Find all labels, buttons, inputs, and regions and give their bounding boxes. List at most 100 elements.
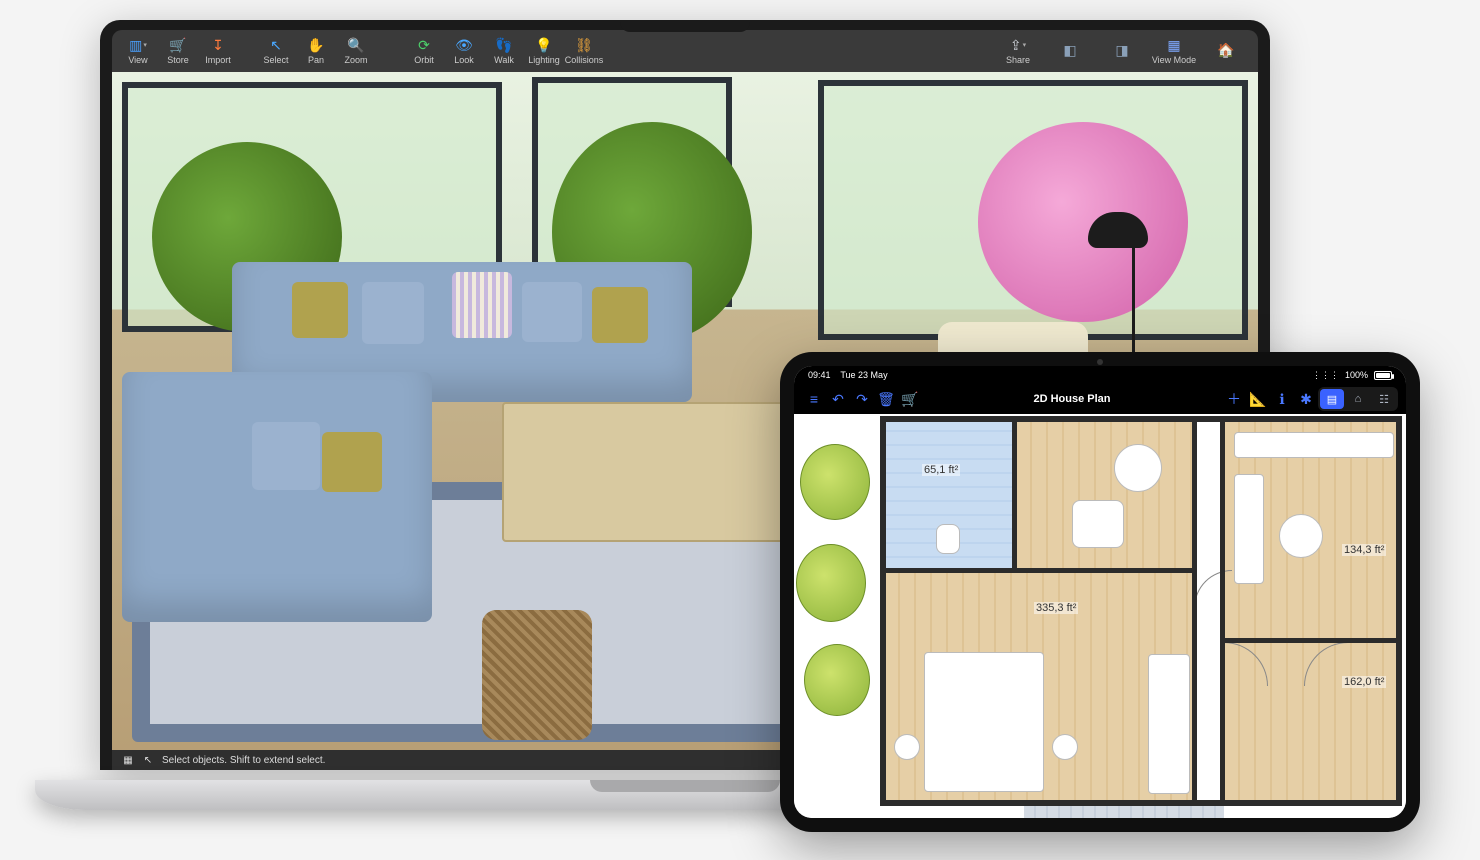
- nightstand-r: [1052, 734, 1078, 760]
- view-mode-segment: ▤⌂☷: [1318, 387, 1398, 411]
- segment-2d[interactable]: ▤: [1320, 389, 1344, 409]
- wall-corridor: [1220, 416, 1225, 804]
- store-label: Store: [167, 55, 189, 65]
- shelf: [1234, 474, 1264, 584]
- toolbar-lighting-button[interactable]: 💡 Lighting: [524, 31, 564, 71]
- nav-measure-button[interactable]: 📐: [1246, 387, 1270, 411]
- segment-3d[interactable]: ⌂: [1346, 389, 1370, 409]
- hint-text: Select objects. Shift to extend select.: [162, 755, 325, 766]
- collisions-icon: ⛓: [576, 37, 592, 53]
- cursor-icon: ↖: [142, 754, 154, 766]
- status-time: 09:41: [808, 370, 831, 380]
- toilet: [936, 524, 960, 554]
- shrub-1: [800, 444, 870, 520]
- zoom-label: Zoom: [344, 55, 367, 65]
- toolbar-viewmode-button[interactable]: ▦ View Mode: [1148, 31, 1200, 71]
- walk-icon: 👣: [496, 37, 512, 53]
- toolbar-select-button[interactable]: ↖ Select: [256, 31, 296, 71]
- orbit-icon: ⟳: [416, 37, 432, 53]
- tree-pink: [978, 122, 1188, 322]
- segment-elev[interactable]: ☷: [1372, 389, 1396, 409]
- toolbar-r2-button[interactable]: ◨: [1096, 31, 1148, 71]
- toolbar-view-button[interactable]: ▥▾View: [118, 31, 158, 71]
- office-chair: [1279, 514, 1323, 558]
- share-icon: ⇪▾: [1010, 37, 1026, 53]
- wall-right-h: [1220, 638, 1400, 643]
- nav-add-button[interactable]: ＋: [1222, 387, 1246, 411]
- lighting-label: Lighting: [528, 55, 560, 65]
- ipad-device: 09:41 Tue 23 May ⋮⋮⋮ 100% ≡↶↷🗑🛒 2D House…: [780, 352, 1420, 832]
- collisions-label: Collisions: [565, 55, 604, 65]
- floor-plan-canvas[interactable]: 65,1 ft² 335,3 ft² 134,3 ft² 162,0 ft²: [794, 414, 1406, 818]
- cushion-4: [522, 282, 582, 342]
- orbit-label: Orbit: [414, 55, 434, 65]
- toolbar-walk-button[interactable]: 👣 Walk: [484, 31, 524, 71]
- nav-snap-button[interactable]: ✱: [1294, 387, 1318, 411]
- toolbar-r1-button[interactable]: ◧: [1044, 31, 1096, 71]
- toolbar-orbit-button[interactable]: ⟳ Orbit: [404, 31, 444, 71]
- wall-w: [880, 416, 886, 806]
- nav-undo-button[interactable]: ↶: [826, 387, 850, 411]
- toolbar-import-button[interactable]: ↧ Import: [198, 31, 238, 71]
- import-label: Import: [205, 55, 231, 65]
- grid-icon[interactable]: ▦: [122, 754, 134, 766]
- wall-s: [880, 800, 1402, 806]
- ipad-status-bar: 09:41 Tue 23 May ⋮⋮⋮ 100%: [794, 366, 1406, 384]
- label-bath: 65,1 ft²: [922, 464, 960, 476]
- status-date: Tue 23 May: [840, 370, 887, 380]
- wall-mid-h: [880, 568, 1194, 573]
- pan-label: Pan: [308, 55, 324, 65]
- nav-delete-button[interactable]: 🗑: [874, 387, 898, 411]
- nightstand-l: [894, 734, 920, 760]
- viewmode-icon: ▦: [1166, 37, 1182, 53]
- r3-icon: 🏠: [1218, 42, 1234, 58]
- r2-icon: ◨: [1114, 42, 1130, 58]
- cushion-5: [592, 287, 648, 343]
- toolbar-share-button[interactable]: ⇪▾ Share: [992, 31, 1044, 71]
- wall-bath-e: [1012, 416, 1017, 572]
- select-icon: ↖: [268, 37, 284, 53]
- armchair-plan: [1072, 500, 1124, 548]
- toolbar-zoom-button[interactable]: 🔍 Zoom: [336, 31, 376, 71]
- toolbar-r3-button[interactable]: 🏠: [1200, 31, 1252, 71]
- plan-title: 2D House Plan: [922, 393, 1222, 405]
- viewmode-label: View Mode: [1152, 55, 1196, 65]
- cushion-7: [322, 432, 382, 492]
- toolbar-store-button[interactable]: 🛒Store: [158, 31, 198, 71]
- cushion-6: [252, 422, 320, 490]
- coffee-table: [502, 402, 802, 542]
- ipad-nav-bar: ≡↶↷🗑🛒 2D House Plan ＋📐ℹ✱ ▤⌂☷: [794, 384, 1406, 414]
- look-icon: 👁: [456, 37, 472, 53]
- walk-label: Walk: [494, 55, 514, 65]
- toolbar-look-button[interactable]: 👁 Look: [444, 31, 484, 71]
- r1-icon: ◧: [1062, 42, 1078, 58]
- lighting-icon: 💡: [536, 37, 552, 53]
- wicker-basket: [482, 610, 592, 740]
- app-toolbar: ▥▾View🛒Store ↧ Import ↖ Select ✋Pan 🔍 Zoom ⟳ Or…: [112, 30, 1258, 72]
- macbook-notch: [620, 20, 750, 32]
- label-living: 335,3 ft²: [1034, 602, 1078, 614]
- nav-info-button[interactable]: ℹ: [1270, 387, 1294, 411]
- zoom-icon: 🔍: [348, 37, 364, 53]
- toolbar-collisions-button[interactable]: ⛓ Collisions: [564, 31, 604, 71]
- terrace: [1024, 804, 1224, 818]
- room-living-upper: [1016, 420, 1194, 572]
- bed: [924, 652, 1044, 792]
- select-label: Select: [263, 55, 288, 65]
- wall-e: [1396, 416, 1402, 806]
- import-icon: ↧: [210, 37, 226, 53]
- nav-redo-button[interactable]: ↷: [850, 387, 874, 411]
- share-label: Share: [1006, 55, 1030, 65]
- battery-pct: 100%: [1345, 370, 1368, 380]
- wall-n: [880, 416, 1402, 422]
- cushion-2: [362, 282, 424, 344]
- look-label: Look: [454, 55, 474, 65]
- wifi-icon: ⋮⋮⋮: [1312, 370, 1339, 381]
- nav-store-button[interactable]: 🛒: [898, 387, 922, 411]
- nav-menu-button[interactable]: ≡: [802, 387, 826, 411]
- door-living: [1194, 570, 1232, 608]
- wardrobe: [1148, 654, 1190, 794]
- toolbar-pan-button[interactable]: ✋Pan: [296, 31, 336, 71]
- shrub-3: [804, 644, 870, 716]
- desk: [1234, 432, 1394, 458]
